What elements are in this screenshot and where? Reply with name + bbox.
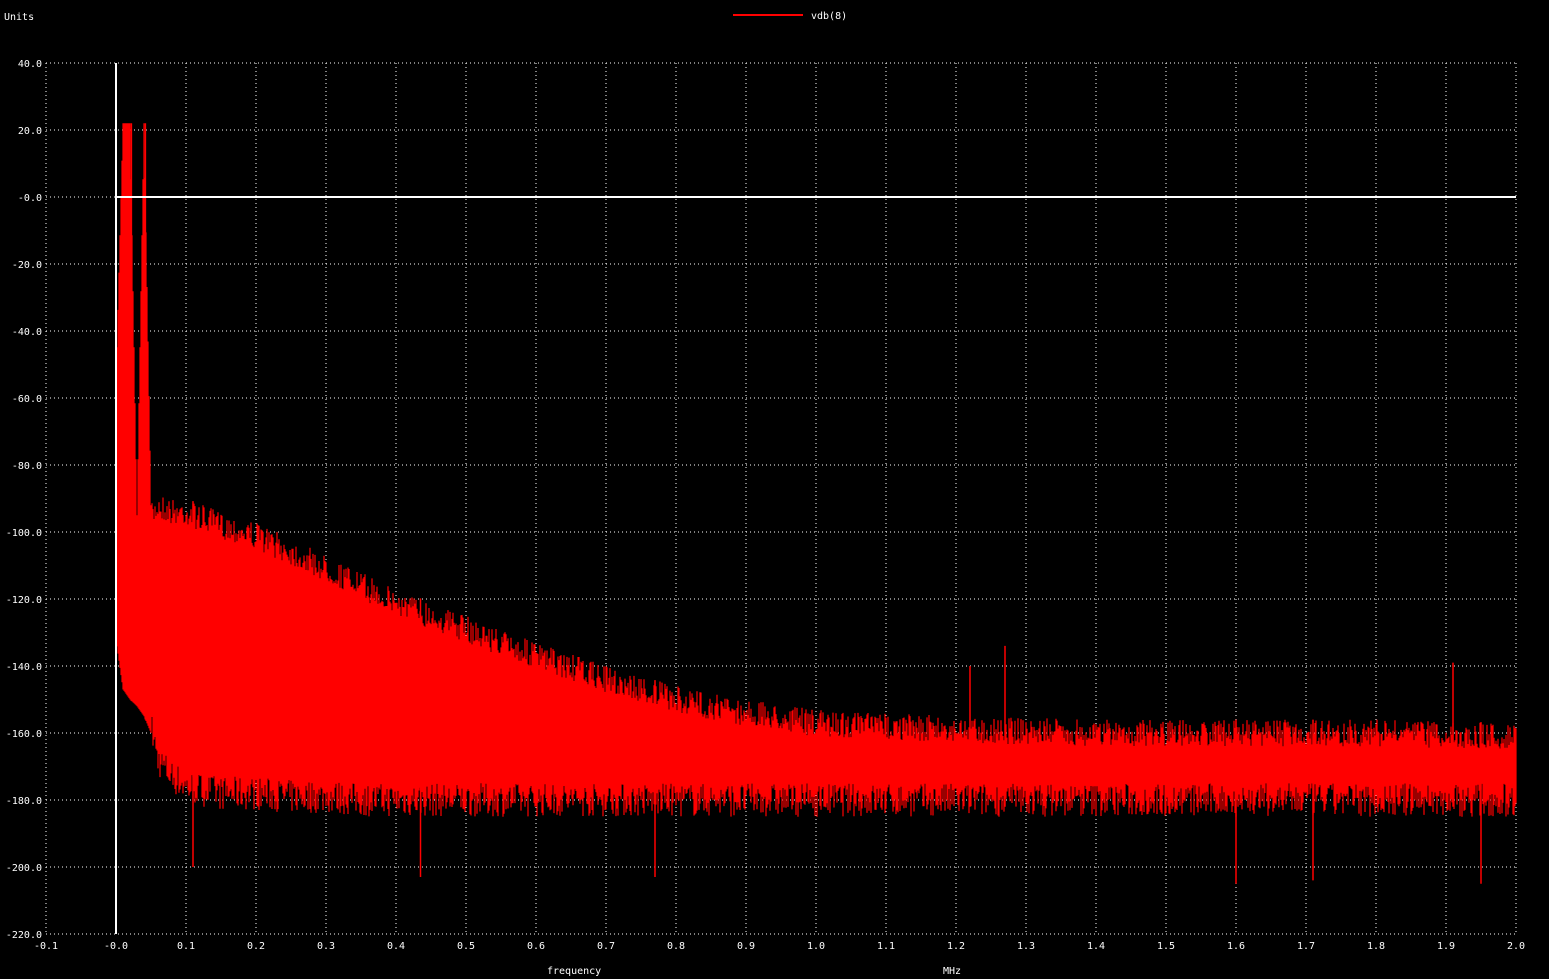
x-tick-label: 1.1 <box>877 941 895 952</box>
y-axis-label: Units <box>4 12 34 23</box>
y-tick-label: -180.0 <box>6 796 42 807</box>
y-tick-label: -140.0 <box>6 662 42 673</box>
y-tick-label: 40.0 <box>18 59 42 70</box>
y-tick-label: -60.0 <box>12 394 42 405</box>
x-tick-label: 1.3 <box>1017 941 1035 952</box>
y-tick-label: -20.0 <box>12 260 42 271</box>
x-tick-label: 1.4 <box>1087 941 1105 952</box>
x-tick-label: -0.0 <box>104 941 128 952</box>
x-tick-label: 0.2 <box>247 941 265 952</box>
x-tick-label: 1.8 <box>1367 941 1385 952</box>
plot-background <box>0 0 1549 979</box>
y-tick-label: -120.0 <box>6 595 42 606</box>
x-tick-label: 0.9 <box>737 941 755 952</box>
x-tick-label: 0.3 <box>317 941 335 952</box>
x-tick-label: 0.8 <box>667 941 685 952</box>
x-tick-label: 1.5 <box>1157 941 1175 952</box>
x-tick-label: 0.7 <box>597 941 615 952</box>
x-tick-label: 0.5 <box>457 941 475 952</box>
x-tick-label: 0.1 <box>177 941 195 952</box>
y-tick-label: -220.0 <box>6 930 42 941</box>
y-tick-label: -200.0 <box>6 863 42 874</box>
legend-label: vdb(8) <box>811 11 847 22</box>
plot-area: -0.1 -0.0 0.1 0.2 0.3 0.4 0.5 0.6 0.7 0.8 0.9 1.0 1.… <box>0 0 1549 979</box>
x-tick-label: -0.1 <box>34 941 58 952</box>
x-tick-label: 0.6 <box>527 941 545 952</box>
x-tick-label: 0.4 <box>387 941 405 952</box>
y-tick-label: -160.0 <box>6 729 42 740</box>
y-tick-label: -100.0 <box>6 528 42 539</box>
x-tick-label: 1.2 <box>947 941 965 952</box>
x-axis-unit: MHz <box>943 966 961 977</box>
x-tick-label: 1.0 <box>807 941 825 952</box>
y-tick-label: 20.0 <box>18 126 42 137</box>
x-axis-label: frequency <box>547 966 601 977</box>
y-tick-label: -40.0 <box>12 327 42 338</box>
y-tick-label: -80.0 <box>12 461 42 472</box>
x-tick-label: 2.0 <box>1507 941 1525 952</box>
x-tick-label: 1.9 <box>1437 941 1455 952</box>
x-tick-label: 1.7 <box>1297 941 1315 952</box>
x-tick-label: 1.6 <box>1227 941 1245 952</box>
y-tick-label: -0.0 <box>18 193 42 204</box>
